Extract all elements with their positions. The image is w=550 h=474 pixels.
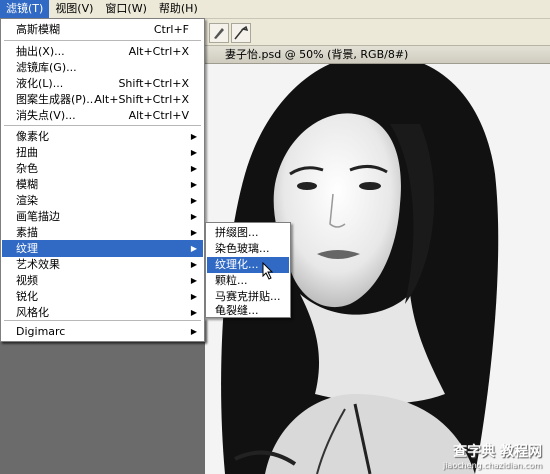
menu-bar: 滤镜(T) 视图(V) 窗口(W) 帮助(H) xyxy=(0,0,550,19)
menu-separator xyxy=(4,125,201,126)
menu-item-video[interactable]: 视频 ▶ xyxy=(2,272,203,289)
menu-item-last-filter[interactable]: 高斯模糊 Ctrl+F xyxy=(2,21,203,38)
menu-item-liquify[interactable]: 液化(L)... Shift+Ctrl+X xyxy=(2,75,203,92)
submenu-arrow-icon: ▶ xyxy=(190,228,197,237)
submenu-arrow-icon: ▶ xyxy=(190,196,197,205)
menu-item-artistic[interactable]: 艺术效果 ▶ xyxy=(2,256,203,273)
submenu-item-texturizer[interactable]: 纹理化... xyxy=(207,257,289,273)
submenu-arrow-icon: ▶ xyxy=(190,212,197,221)
document-title: 妻子怡.psd @ 50% (背景, RGB/8#) xyxy=(225,48,409,61)
submenu-item-craquelure[interactable]: 龟裂缝... xyxy=(207,303,289,319)
menu-item-sharpen[interactable]: 锐化 ▶ xyxy=(2,288,203,305)
submenu-item-stained-glass[interactable]: 染色玻璃... xyxy=(207,241,289,257)
menu-item-brush-strokes[interactable]: 画笔描边 ▶ xyxy=(2,208,203,225)
menu-window[interactable]: 窗口(W) xyxy=(99,0,152,18)
menu-separator xyxy=(4,40,201,41)
brush-tool-icon[interactable] xyxy=(209,23,229,43)
filter-menu: 高斯模糊 Ctrl+F 抽出(X)... Alt+Ctrl+X 滤镜库(G)..… xyxy=(0,18,205,341)
watermark-url: jiaocheng.chazidian.com xyxy=(442,461,542,470)
submenu-item-grain[interactable]: 颗粒... xyxy=(207,273,289,289)
texture-submenu: 拼缀图... 染色玻璃... 纹理化... 颗粒... 马赛克拼贴... 龟裂缝… xyxy=(205,222,291,318)
submenu-arrow-icon: ▶ xyxy=(190,260,197,269)
menu-item-render[interactable]: 渲染 ▶ xyxy=(2,192,203,209)
menu-item-sketch[interactable]: 素描 ▶ xyxy=(2,224,203,241)
mouse-cursor-icon xyxy=(262,262,274,280)
menu-item-digimarc[interactable]: Digimarc ▶ xyxy=(2,323,203,340)
watermark-title: 查字典 教程网 xyxy=(453,444,542,460)
menu-item-extract[interactable]: 抽出(X)... Alt+Ctrl+X xyxy=(2,43,203,60)
submenu-arrow-icon: ▶ xyxy=(190,180,197,189)
filter-menu-bottom: Digimarc ▶ xyxy=(0,318,205,342)
menu-help[interactable]: 帮助(H) xyxy=(153,0,204,18)
menu-view[interactable]: 视图(V) xyxy=(49,0,99,18)
submenu-arrow-icon: ▶ xyxy=(190,244,197,253)
submenu-arrow-icon: ▶ xyxy=(190,164,197,173)
menu-item-filter-gallery[interactable]: 滤镜库(G)... xyxy=(2,59,203,76)
submenu-arrow-icon: ▶ xyxy=(190,276,197,285)
document-title-bar: 妻子怡.psd @ 50% (背景, RGB/8#) xyxy=(205,46,550,64)
menu-item-vanishing-point[interactable]: 消失点(V)... Alt+Ctrl+V xyxy=(2,107,203,124)
watermark: 查字典 教程网 jiaocheng.chazidian.com xyxy=(443,441,542,470)
submenu-arrow-icon: ▶ xyxy=(190,148,197,157)
submenu-arrow-icon: ▶ xyxy=(190,132,197,141)
menu-separator xyxy=(4,320,201,321)
submenu-arrow-icon: ▶ xyxy=(190,292,197,301)
options-toolbar xyxy=(205,19,550,46)
menu-item-blur[interactable]: 模糊 ▶ xyxy=(2,176,203,193)
submenu-arrow-icon: ▶ xyxy=(190,327,197,336)
submenu-item-patchwork[interactable]: 拼缀图... xyxy=(207,225,289,241)
menu-item-pixelate[interactable]: 像素化 ▶ xyxy=(2,128,203,145)
menu-item-distort[interactable]: 扭曲 ▶ xyxy=(2,144,203,161)
menu-item-noise[interactable]: 杂色 ▶ xyxy=(2,160,203,177)
menu-item-pattern-maker[interactable]: 图案生成器(P)... Alt+Shift+Ctrl+X xyxy=(2,91,203,108)
menu-item-texture[interactable]: 纹理 ▶ xyxy=(2,240,203,257)
menu-filter[interactable]: 滤镜(T) xyxy=(0,0,50,18)
pen-tool-icon[interactable] xyxy=(231,23,251,43)
